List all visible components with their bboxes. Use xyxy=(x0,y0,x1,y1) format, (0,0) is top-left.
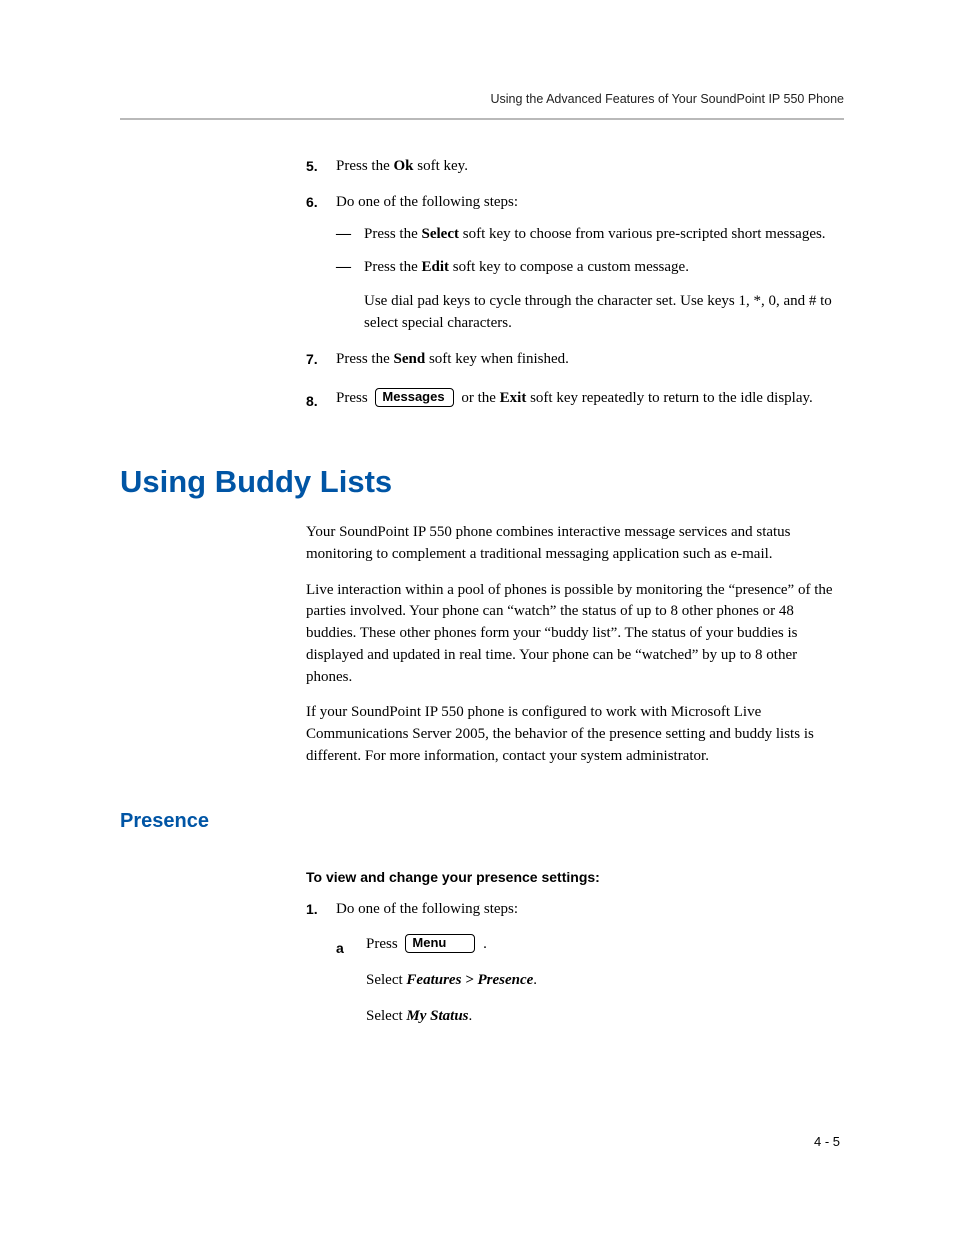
option-text: Press the Select soft key to choose from… xyxy=(364,224,844,246)
subsection-heading: Presence xyxy=(120,810,844,833)
sub-steps: a Press Menu . Select Features > Presenc… xyxy=(336,934,844,1027)
step-text: Press the Send soft key when finished. xyxy=(336,351,569,367)
option-text: Press the Edit soft key to compose a cus… xyxy=(364,257,844,279)
step-number: 1. xyxy=(306,899,318,919)
sub-step-line: Select My Status. xyxy=(366,1006,844,1028)
sub-option: — Press the Edit soft key to compose a c… xyxy=(336,257,844,334)
continued-steps: 5. Press the Ok soft key. 6. Do one of t… xyxy=(306,156,844,410)
sub-step-line: Press Menu . xyxy=(366,934,844,956)
messages-key-icon: Messages xyxy=(375,388,453,407)
step-number: 8. xyxy=(306,391,318,411)
dash-icon: — xyxy=(336,257,351,279)
task-heading: To view and change your presence setting… xyxy=(306,869,844,885)
sub-options: — Press the Select soft key to choose fr… xyxy=(336,224,844,335)
body-paragraph: If your SoundPoint IP 550 phone is confi… xyxy=(306,702,844,767)
running-header: Using the Advanced Features of Your Soun… xyxy=(120,92,844,106)
step-number: 5. xyxy=(306,156,318,176)
step-number: 7. xyxy=(306,349,318,369)
sub-option: — Press the Select soft key to choose fr… xyxy=(336,224,844,246)
step-text: Do one of the following steps: xyxy=(336,194,518,210)
body-paragraph: Your SoundPoint IP 550 phone combines in… xyxy=(306,522,844,566)
step-1: 1. Do one of the following steps: a Pres… xyxy=(306,899,844,1028)
step-8: 8. Press Messages or the Exit soft key r… xyxy=(306,388,844,410)
step-number: 6. xyxy=(306,192,318,212)
step-text: Press Messages or the Exit soft key repe… xyxy=(336,390,813,406)
section-heading: Using Buddy Lists xyxy=(120,464,844,500)
presence-steps: 1. Do one of the following steps: a Pres… xyxy=(306,899,844,1028)
option-extra: Use dial pad keys to cycle through the c… xyxy=(364,291,844,335)
menu-key-icon: Menu xyxy=(405,934,475,953)
body-paragraph: Live interaction within a pool of phones… xyxy=(306,580,844,689)
header-rule xyxy=(120,118,844,120)
page-number: 4 - 5 xyxy=(814,1134,840,1149)
step-7: 7. Press the Send soft key when finished… xyxy=(306,349,844,371)
sub-step-a: a Press Menu . Select Features > Presenc… xyxy=(336,934,844,1027)
step-6: 6. Do one of the following steps: — Pres… xyxy=(306,192,844,335)
sub-step-line: Select Features > Presence. xyxy=(366,970,844,992)
alpha-label: a xyxy=(336,938,344,958)
dash-icon: — xyxy=(336,224,351,246)
step-text: Press the Ok soft key. xyxy=(336,158,468,174)
step-5: 5. Press the Ok soft key. xyxy=(306,156,844,178)
step-text: Do one of the following steps: xyxy=(336,901,518,917)
